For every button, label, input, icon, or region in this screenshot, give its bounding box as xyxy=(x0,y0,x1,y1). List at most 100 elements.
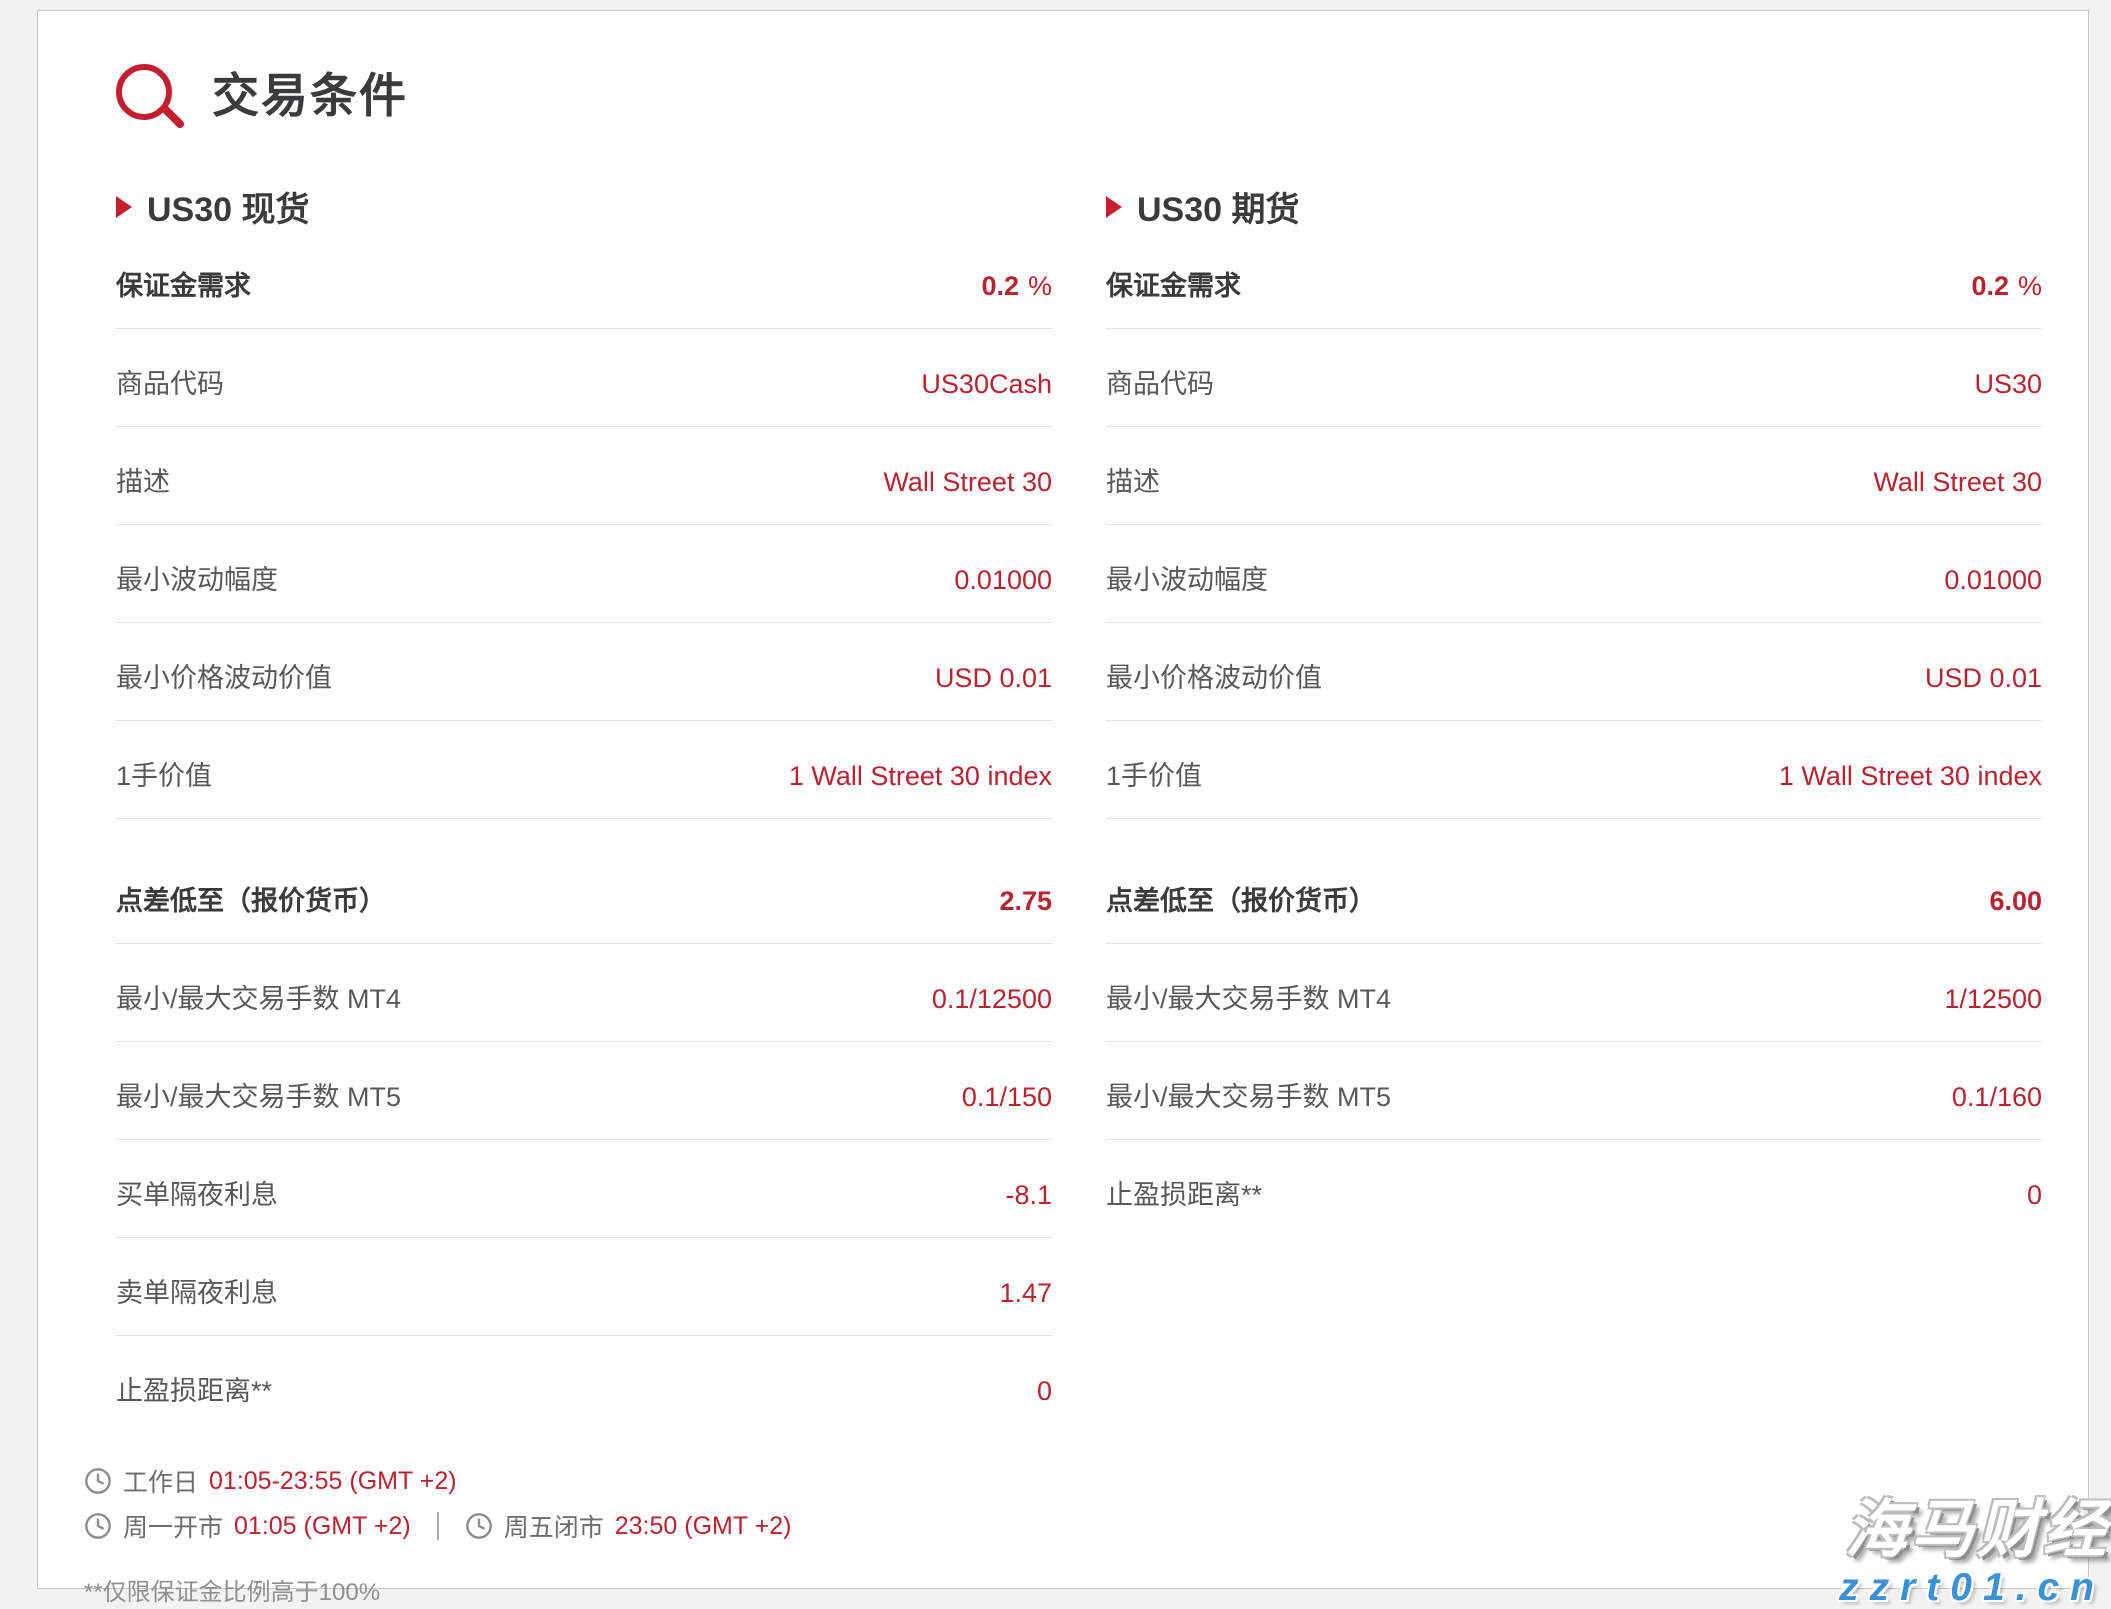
row-value-main: 1/12500 xyxy=(1944,984,2042,1014)
row-label: 点差低至（报价货币） xyxy=(116,879,386,918)
row-value: Wall Street 30 xyxy=(1873,467,2042,498)
columns: US30 现货 保证金需求 0.2% 商品代码 US30Cash 描述 Wall… xyxy=(116,182,2042,1433)
row-value: 0.01000 xyxy=(1944,565,2042,596)
row-label: 描述 xyxy=(116,460,170,499)
table-row: 描述 Wall Street 30 xyxy=(1106,427,2042,525)
clock-icon xyxy=(84,1512,112,1540)
table-row: 最小价格波动价值 USD 0.01 xyxy=(116,623,1052,721)
row-value: 0 xyxy=(2027,1180,2042,1211)
row-label: 1手价值 xyxy=(116,754,212,793)
table-row: 保证金需求 0.2% xyxy=(1106,231,2042,329)
schedule-line-2: 周一开市 01:05 (GMT +2) 周五闭市 23:50 (GMT +2) xyxy=(84,1508,2042,1544)
table-row: 最小/最大交易手数 MT4 0.1/12500 xyxy=(116,944,1052,1042)
schedule-time: 01:05-23:55 (GMT +2) xyxy=(209,1467,457,1496)
row-value-main: 0.2 xyxy=(981,271,1019,301)
row-label: 止盈损距离** xyxy=(116,1369,272,1408)
schedule-item: 工作日 01:05-23:55 (GMT +2) xyxy=(84,1463,457,1499)
row-value: USD 0.01 xyxy=(935,663,1052,694)
row-value-main: 1 Wall Street 30 index xyxy=(1779,761,2042,791)
row-label: 最小/最大交易手数 MT4 xyxy=(1106,977,1391,1016)
row-value: 0 xyxy=(1037,1376,1052,1407)
table-row: 最小波动幅度 0.01000 xyxy=(1106,525,2042,623)
page-header: 交易条件 xyxy=(116,57,2042,126)
table-row: 点差低至（报价货币） 2.75 xyxy=(116,819,1052,944)
row-label: 最小/最大交易手数 MT5 xyxy=(1106,1075,1391,1114)
clock-icon xyxy=(465,1512,493,1540)
row-value-main: US30 xyxy=(1974,369,2042,399)
row-label: 描述 xyxy=(1106,460,1160,499)
schedule-item: 周一开市 01:05 (GMT +2) xyxy=(84,1508,411,1544)
rows: 保证金需求 0.2% 商品代码 US30Cash 描述 Wall Street … xyxy=(116,231,1052,1433)
row-value-main: Wall Street 30 xyxy=(883,467,1052,497)
row-value: 0.2% xyxy=(981,271,1052,302)
watermark: 海马财经 zzrt01.cn xyxy=(1839,1499,2109,1607)
row-label: 保证金需求 xyxy=(116,264,251,303)
row-value: US30 xyxy=(1974,369,2042,400)
row-value-main: -8.1 xyxy=(1005,1180,1052,1210)
row-value: -8.1 xyxy=(1005,1180,1052,1211)
row-value-main: 0.1/160 xyxy=(1952,1082,2042,1112)
row-label: 止盈损距离** xyxy=(1106,1173,1262,1212)
instrument-column: US30 现货 保证金需求 0.2% 商品代码 US30Cash 描述 Wall… xyxy=(116,182,1052,1433)
triangle-bullet-icon xyxy=(1106,196,1122,218)
table-row: 止盈损距离** 0 xyxy=(1106,1140,2042,1237)
search-icon xyxy=(116,64,172,120)
schedule-label: 周五闭市 xyxy=(504,1508,604,1544)
row-value: 0.1/12500 xyxy=(932,984,1052,1015)
table-row: 商品代码 US30Cash xyxy=(116,329,1052,427)
row-label: 最小价格波动价值 xyxy=(1106,656,1322,695)
row-value: USD 0.01 xyxy=(1925,663,2042,694)
row-label: 买单隔夜利息 xyxy=(116,1173,278,1212)
row-label: 最小波动幅度 xyxy=(1106,558,1268,597)
vertical-divider xyxy=(437,1512,439,1540)
table-row: 最小/最大交易手数 MT5 0.1/160 xyxy=(1106,1042,2042,1140)
row-label: 最小波动幅度 xyxy=(116,558,278,597)
schedule-time: 01:05 (GMT +2) xyxy=(234,1512,411,1541)
row-value-main: 0.1/150 xyxy=(962,1082,1052,1112)
table-row: 最小波动幅度 0.01000 xyxy=(116,525,1052,623)
column-title-text: US30 期货 xyxy=(1137,182,1300,231)
table-row: 卖单隔夜利息 1.47 xyxy=(116,1238,1052,1336)
row-value-main: US30Cash xyxy=(921,369,1052,399)
row-label: 商品代码 xyxy=(116,362,224,401)
rows: 保证金需求 0.2% 商品代码 US30 描述 Wall Street 30 最… xyxy=(1106,231,2042,1237)
table-row: 1手价值 1 Wall Street 30 index xyxy=(1106,721,2042,819)
footnote: **仅限保证金比例高于100% xyxy=(84,1572,2042,1607)
row-label: 最小价格波动价值 xyxy=(116,656,332,695)
column-header: US30 期货 xyxy=(1106,182,2042,231)
row-value-main: 0 xyxy=(2027,1180,2042,1210)
row-label: 卖单隔夜利息 xyxy=(116,1271,278,1310)
row-value: 1/12500 xyxy=(1944,984,2042,1015)
row-value: 0.1/150 xyxy=(962,1082,1052,1113)
row-value-main: 0 xyxy=(1037,1376,1052,1406)
row-value-main: 6.00 xyxy=(1989,886,2042,916)
table-row: 商品代码 US30 xyxy=(1106,329,2042,427)
table-row: 点差低至（报价货币） 6.00 xyxy=(1106,819,2042,944)
trading-conditions-card: 交易条件 US30 现货 保证金需求 0.2% 商品代码 US30Cash 描述… xyxy=(37,10,2089,1589)
schedule-time: 23:50 (GMT +2) xyxy=(615,1512,792,1541)
table-row: 1手价值 1 Wall Street 30 index xyxy=(116,721,1052,819)
table-row: 保证金需求 0.2% xyxy=(116,231,1052,329)
row-value: 0.2% xyxy=(1971,271,2042,302)
footer: 工作日 01:05-23:55 (GMT +2) 周一开市 01:05 (GMT… xyxy=(84,1463,2042,1607)
schedule-line-1: 工作日 01:05-23:55 (GMT +2) xyxy=(84,1463,2042,1499)
watermark-brand: 海马财经 xyxy=(1839,1499,2109,1562)
column-header: US30 现货 xyxy=(116,182,1052,231)
clock-icon xyxy=(84,1467,112,1495)
row-value: 2.75 xyxy=(999,886,1052,917)
row-value-main: 0.1/12500 xyxy=(932,984,1052,1014)
triangle-bullet-icon xyxy=(116,196,132,218)
row-value-main: 0.2 xyxy=(1971,271,2009,301)
table-row: 描述 Wall Street 30 xyxy=(116,427,1052,525)
row-label: 保证金需求 xyxy=(1106,264,1241,303)
row-value-main: USD 0.01 xyxy=(935,663,1052,693)
row-label: 最小/最大交易手数 MT4 xyxy=(116,977,401,1016)
row-value-main: 1.47 xyxy=(999,1278,1052,1308)
watermark-domain: zzrt01.cn xyxy=(1839,1568,2109,1607)
row-value-suffix: % xyxy=(2018,271,2042,301)
row-value-main: 0.01000 xyxy=(1944,565,2042,595)
row-value-main: 0.01000 xyxy=(954,565,1052,595)
table-row: 买单隔夜利息 -8.1 xyxy=(116,1140,1052,1238)
row-value-main: USD 0.01 xyxy=(1925,663,2042,693)
schedule-item: 周五闭市 23:50 (GMT +2) xyxy=(465,1508,792,1544)
